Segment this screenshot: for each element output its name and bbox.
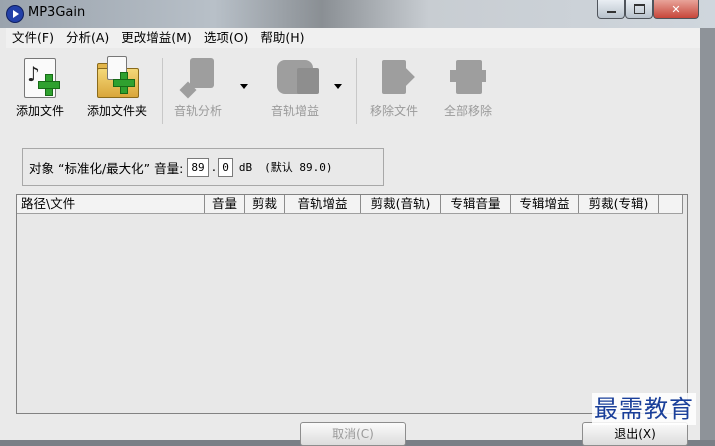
target-volume-panel: 对象 “标准化/最大化” 音量: 89 . 0 dB (默认 89.0) [22,148,384,186]
target-volume-unit: dB [238,160,253,174]
remove-all-icon [446,54,490,100]
menu-analysis[interactable]: 分析(A) [60,28,115,48]
menu-modify-gain[interactable]: 更改增益(M) [115,28,198,48]
target-volume-integer-input[interactable]: 89 [187,157,209,177]
target-volume-label: 对象 “标准化/最大化” 音量: [29,160,184,176]
column-clipping[interactable]: 剪裁 [245,195,285,213]
remove-file-label: 移除文件 [369,104,418,118]
track-gain-dropdown-icon[interactable] [334,84,342,89]
target-volume-decimal-input[interactable]: 0 [218,157,233,177]
window-title: MP3Gain [28,5,86,20]
close-button[interactable]: ✕ [653,0,699,19]
column-album-gain[interactable]: 专辑增益 [511,195,579,213]
column-track-gain[interactable]: 音轨增益 [285,195,361,213]
toolbar-separator [162,58,163,124]
column-clip-album[interactable]: 剪裁(专辑) [579,195,659,213]
cancel-button[interactable]: 取消(C) [300,422,406,446]
file-list-body[interactable] [17,214,687,413]
close-icon: ✕ [671,2,681,16]
add-folder-label: 添加文件夹 [86,104,147,118]
background-strip [700,28,715,440]
track-analysis-button[interactable]: 音轨分析 [166,54,230,119]
remove-all-button[interactable]: 全部移除 [436,54,500,119]
remove-all-label: 全部移除 [443,104,492,118]
minimize-icon [606,11,616,13]
add-file-icon: ♪ [18,54,62,100]
track-gain-label: 音轨增益 [270,104,319,118]
add-folder-button[interactable]: 添加文件夹 [82,54,152,119]
track-analysis-dropdown-icon[interactable] [240,84,248,89]
minimize-button[interactable] [597,0,625,19]
title-bar: MP3Gain ✕ [0,0,715,28]
mp3gain-app-icon [6,5,24,23]
remove-file-icon [372,54,416,100]
menu-bar: 文件(F) 分析(A) 更改增益(M) 选项(O) 帮助(H) [6,28,709,48]
column-clip-track[interactable]: 剪裁(音轨) [361,195,441,213]
target-volume-default: (默认 89.0) [264,161,333,174]
toolbar: ♪ 添加文件 添加文件夹 音轨分析 音轨增益 移除文件 全部移除 [6,48,709,132]
add-folder-icon [95,54,139,100]
track-gain-icon [273,54,319,100]
column-volume[interactable]: 音量 [205,195,245,213]
remove-file-button[interactable]: 移除文件 [362,54,426,119]
file-list-header: 路径\文件 音量 剪裁 音轨增益 剪裁(音轨) 专辑音量 专辑增益 剪裁(专辑) [17,195,683,214]
column-path-file[interactable]: 路径\文件 [17,195,205,213]
column-album-volume[interactable]: 专辑音量 [441,195,511,213]
add-file-button[interactable]: ♪ 添加文件 [10,54,70,119]
add-file-label: 添加文件 [15,104,64,118]
watermark-logo: 最需教育 [592,393,696,425]
track-gain-button[interactable]: 音轨增益 [260,54,330,119]
file-list[interactable]: 路径\文件 音量 剪裁 音轨增益 剪裁(音轨) 专辑音量 专辑增益 剪裁(专辑) [16,194,688,414]
menu-options[interactable]: 选项(O) [198,28,255,48]
column-filler [659,195,683,213]
maximize-icon [633,4,645,14]
menu-file[interactable]: 文件(F) [6,28,60,48]
menu-help[interactable]: 帮助(H) [254,28,310,48]
toolbar-separator [356,58,357,124]
target-volume-decimal-separator: . [210,160,218,174]
exit-button[interactable]: 退出(X) [582,422,688,446]
track-analysis-icon [176,54,220,100]
track-analysis-label: 音轨分析 [173,104,222,118]
maximize-button[interactable] [625,0,653,19]
